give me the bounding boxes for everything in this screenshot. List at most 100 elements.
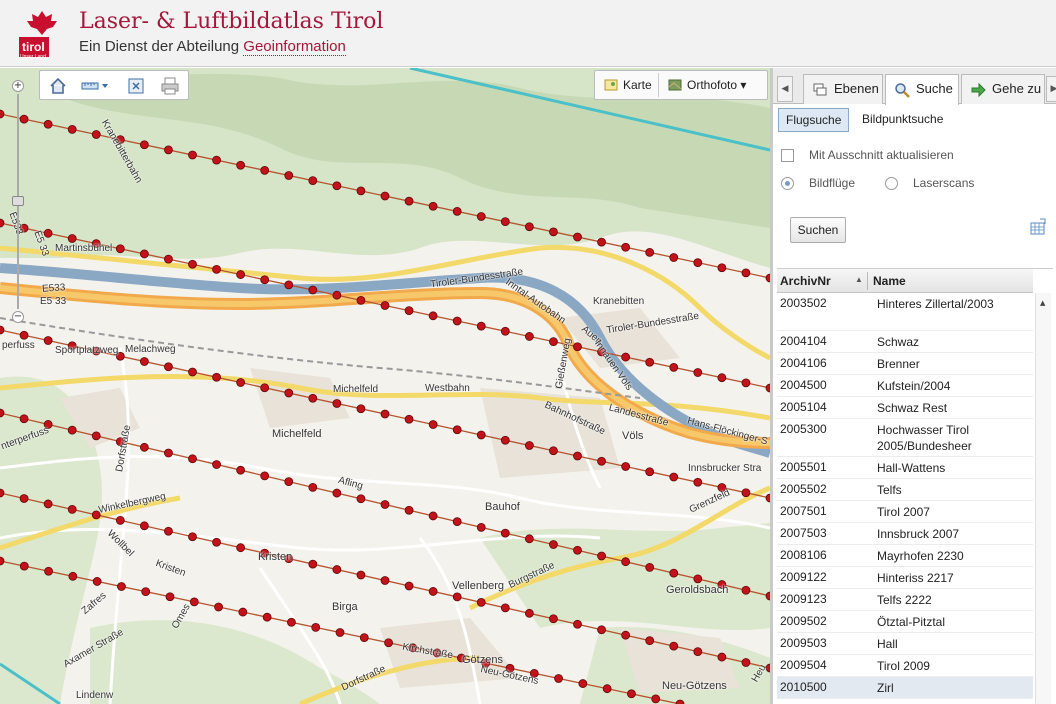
photo-center-point[interactable] — [67, 124, 77, 134]
photo-center-point[interactable] — [476, 430, 486, 440]
print-icon[interactable] — [160, 76, 180, 96]
photo-center-point[interactable] — [404, 306, 414, 316]
photo-center-point[interactable] — [476, 522, 486, 532]
photo-center-point[interactable] — [380, 576, 390, 585]
photo-center-point[interactable] — [356, 570, 366, 580]
search-button[interactable]: Suchen — [790, 217, 846, 243]
photo-center-point[interactable] — [500, 435, 510, 445]
photo-center-point[interactable] — [188, 259, 197, 269]
photo-center-point[interactable] — [332, 181, 342, 191]
tab-ebenen[interactable]: Ebenen — [803, 74, 883, 104]
photo-center-point[interactable] — [549, 540, 558, 549]
photo-center-point[interactable] — [332, 565, 342, 574]
photo-center-point[interactable] — [428, 587, 438, 596]
photo-center-point[interactable] — [332, 290, 342, 300]
photo-center-point[interactable] — [308, 559, 318, 569]
photo-center-point[interactable] — [284, 171, 294, 180]
photo-center-point[interactable] — [308, 393, 318, 403]
photo-center-point[interactable] — [380, 409, 390, 419]
photo-center-point[interactable] — [212, 372, 221, 382]
photo-center-point[interactable] — [573, 342, 582, 352]
photo-center-point[interactable] — [573, 451, 582, 461]
photo-center-point[interactable] — [260, 165, 270, 175]
photo-center-point[interactable] — [139, 140, 149, 150]
photo-center-point[interactable] — [645, 247, 655, 257]
photo-center-point[interactable] — [236, 378, 246, 387]
photo-center-point[interactable] — [621, 242, 631, 252]
photo-center-point[interactable] — [741, 488, 751, 498]
photo-center-point[interactable] — [380, 301, 390, 310]
photo-center-point[interactable] — [260, 471, 270, 481]
table-row[interactable]: 2004104 Schwaz — [777, 331, 1033, 353]
table-export-icon[interactable] — [1029, 218, 1047, 236]
photo-center-point[interactable] — [139, 357, 149, 366]
photo-center-point[interactable] — [452, 592, 462, 602]
photo-center-point[interactable] — [500, 528, 510, 538]
photo-center-point[interactable] — [597, 625, 606, 635]
photo-center-point[interactable] — [19, 561, 29, 571]
grid-scrollbar[interactable]: ▲ — [1035, 293, 1051, 704]
photo-center-point[interactable] — [621, 630, 631, 640]
photo-center-point[interactable] — [524, 222, 534, 232]
table-row[interactable]: 2007501 Tirol 2007 — [777, 501, 1033, 523]
photo-center-point[interactable] — [212, 265, 221, 274]
photo-center-point[interactable] — [43, 336, 53, 345]
photo-center-point[interactable] — [428, 511, 438, 521]
zoom-in-button[interactable]: + — [12, 80, 24, 92]
photo-center-point[interactable] — [651, 694, 661, 704]
column-header-name[interactable]: Name — [873, 274, 906, 288]
photo-center-point[interactable] — [188, 367, 197, 377]
photo-center-point[interactable] — [500, 603, 510, 613]
photo-center-point[interactable] — [717, 652, 727, 662]
photo-center-point[interactable] — [627, 689, 636, 699]
photo-center-point[interactable] — [43, 499, 53, 509]
tab-suche[interactable]: Suche — [885, 74, 959, 105]
photo-center-point[interactable] — [188, 454, 197, 464]
photo-center-point[interactable] — [164, 254, 173, 264]
photo-center-point[interactable] — [549, 446, 558, 456]
photo-center-point[interactable] — [44, 566, 53, 576]
photo-center-point[interactable] — [693, 258, 703, 268]
photo-center-point[interactable] — [236, 160, 246, 170]
photo-center-point[interactable] — [645, 467, 655, 477]
home-icon[interactable] — [48, 76, 68, 96]
photo-center-point[interactable] — [500, 326, 510, 336]
photo-center-point[interactable] — [236, 465, 246, 475]
photo-center-point[interactable] — [67, 425, 77, 435]
photo-center-point[interactable] — [19, 414, 29, 424]
photo-center-point[interactable] — [359, 633, 369, 643]
tab-scroll-left-button[interactable]: ◀ — [777, 76, 793, 102]
photo-center-point[interactable] — [188, 532, 197, 542]
table-row[interactable]: 2007503 Innsbruck 2007 — [777, 523, 1033, 545]
photo-center-point[interactable] — [212, 537, 221, 547]
photo-center-point[interactable] — [602, 684, 612, 694]
photo-center-point[interactable] — [645, 357, 655, 367]
zoom-slider-handle[interactable] — [12, 196, 24, 206]
table-row[interactable]: 2009123 Telfs 2222 — [777, 589, 1033, 611]
photo-center-point[interactable] — [404, 414, 414, 424]
photo-center-point[interactable] — [308, 482, 318, 492]
photo-center-point[interactable] — [693, 368, 703, 377]
photo-center-point[interactable] — [356, 295, 366, 305]
photo-center-point[interactable] — [573, 232, 582, 242]
photo-center-point[interactable] — [139, 249, 149, 259]
photo-center-point[interactable] — [308, 285, 318, 295]
photo-center-point[interactable] — [717, 373, 727, 383]
photo-center-point[interactable] — [91, 431, 101, 441]
photo-center-point[interactable] — [741, 585, 751, 595]
photo-center-point[interactable] — [356, 186, 366, 196]
photo-center-point[interactable] — [645, 563, 655, 572]
photo-center-point[interactable] — [741, 658, 751, 667]
photo-center-point[interactable] — [380, 191, 390, 201]
photo-center-point[interactable] — [578, 679, 588, 688]
photo-center-point[interactable] — [335, 628, 345, 637]
photo-center-point[interactable] — [549, 337, 558, 346]
tab-gehe-zu[interactable]: Gehe zu — [961, 74, 1045, 104]
photo-center-point[interactable] — [669, 362, 679, 372]
photo-center-point[interactable] — [380, 500, 390, 509]
table-row[interactable]: 2005104 Schwaz Rest — [777, 397, 1033, 419]
tirol-logo[interactable]: tirol Unser Land — [17, 9, 67, 60]
photo-center-point[interactable] — [428, 311, 438, 321]
bildfluege-radio[interactable] — [781, 177, 794, 190]
photo-center-point[interactable] — [311, 622, 321, 632]
